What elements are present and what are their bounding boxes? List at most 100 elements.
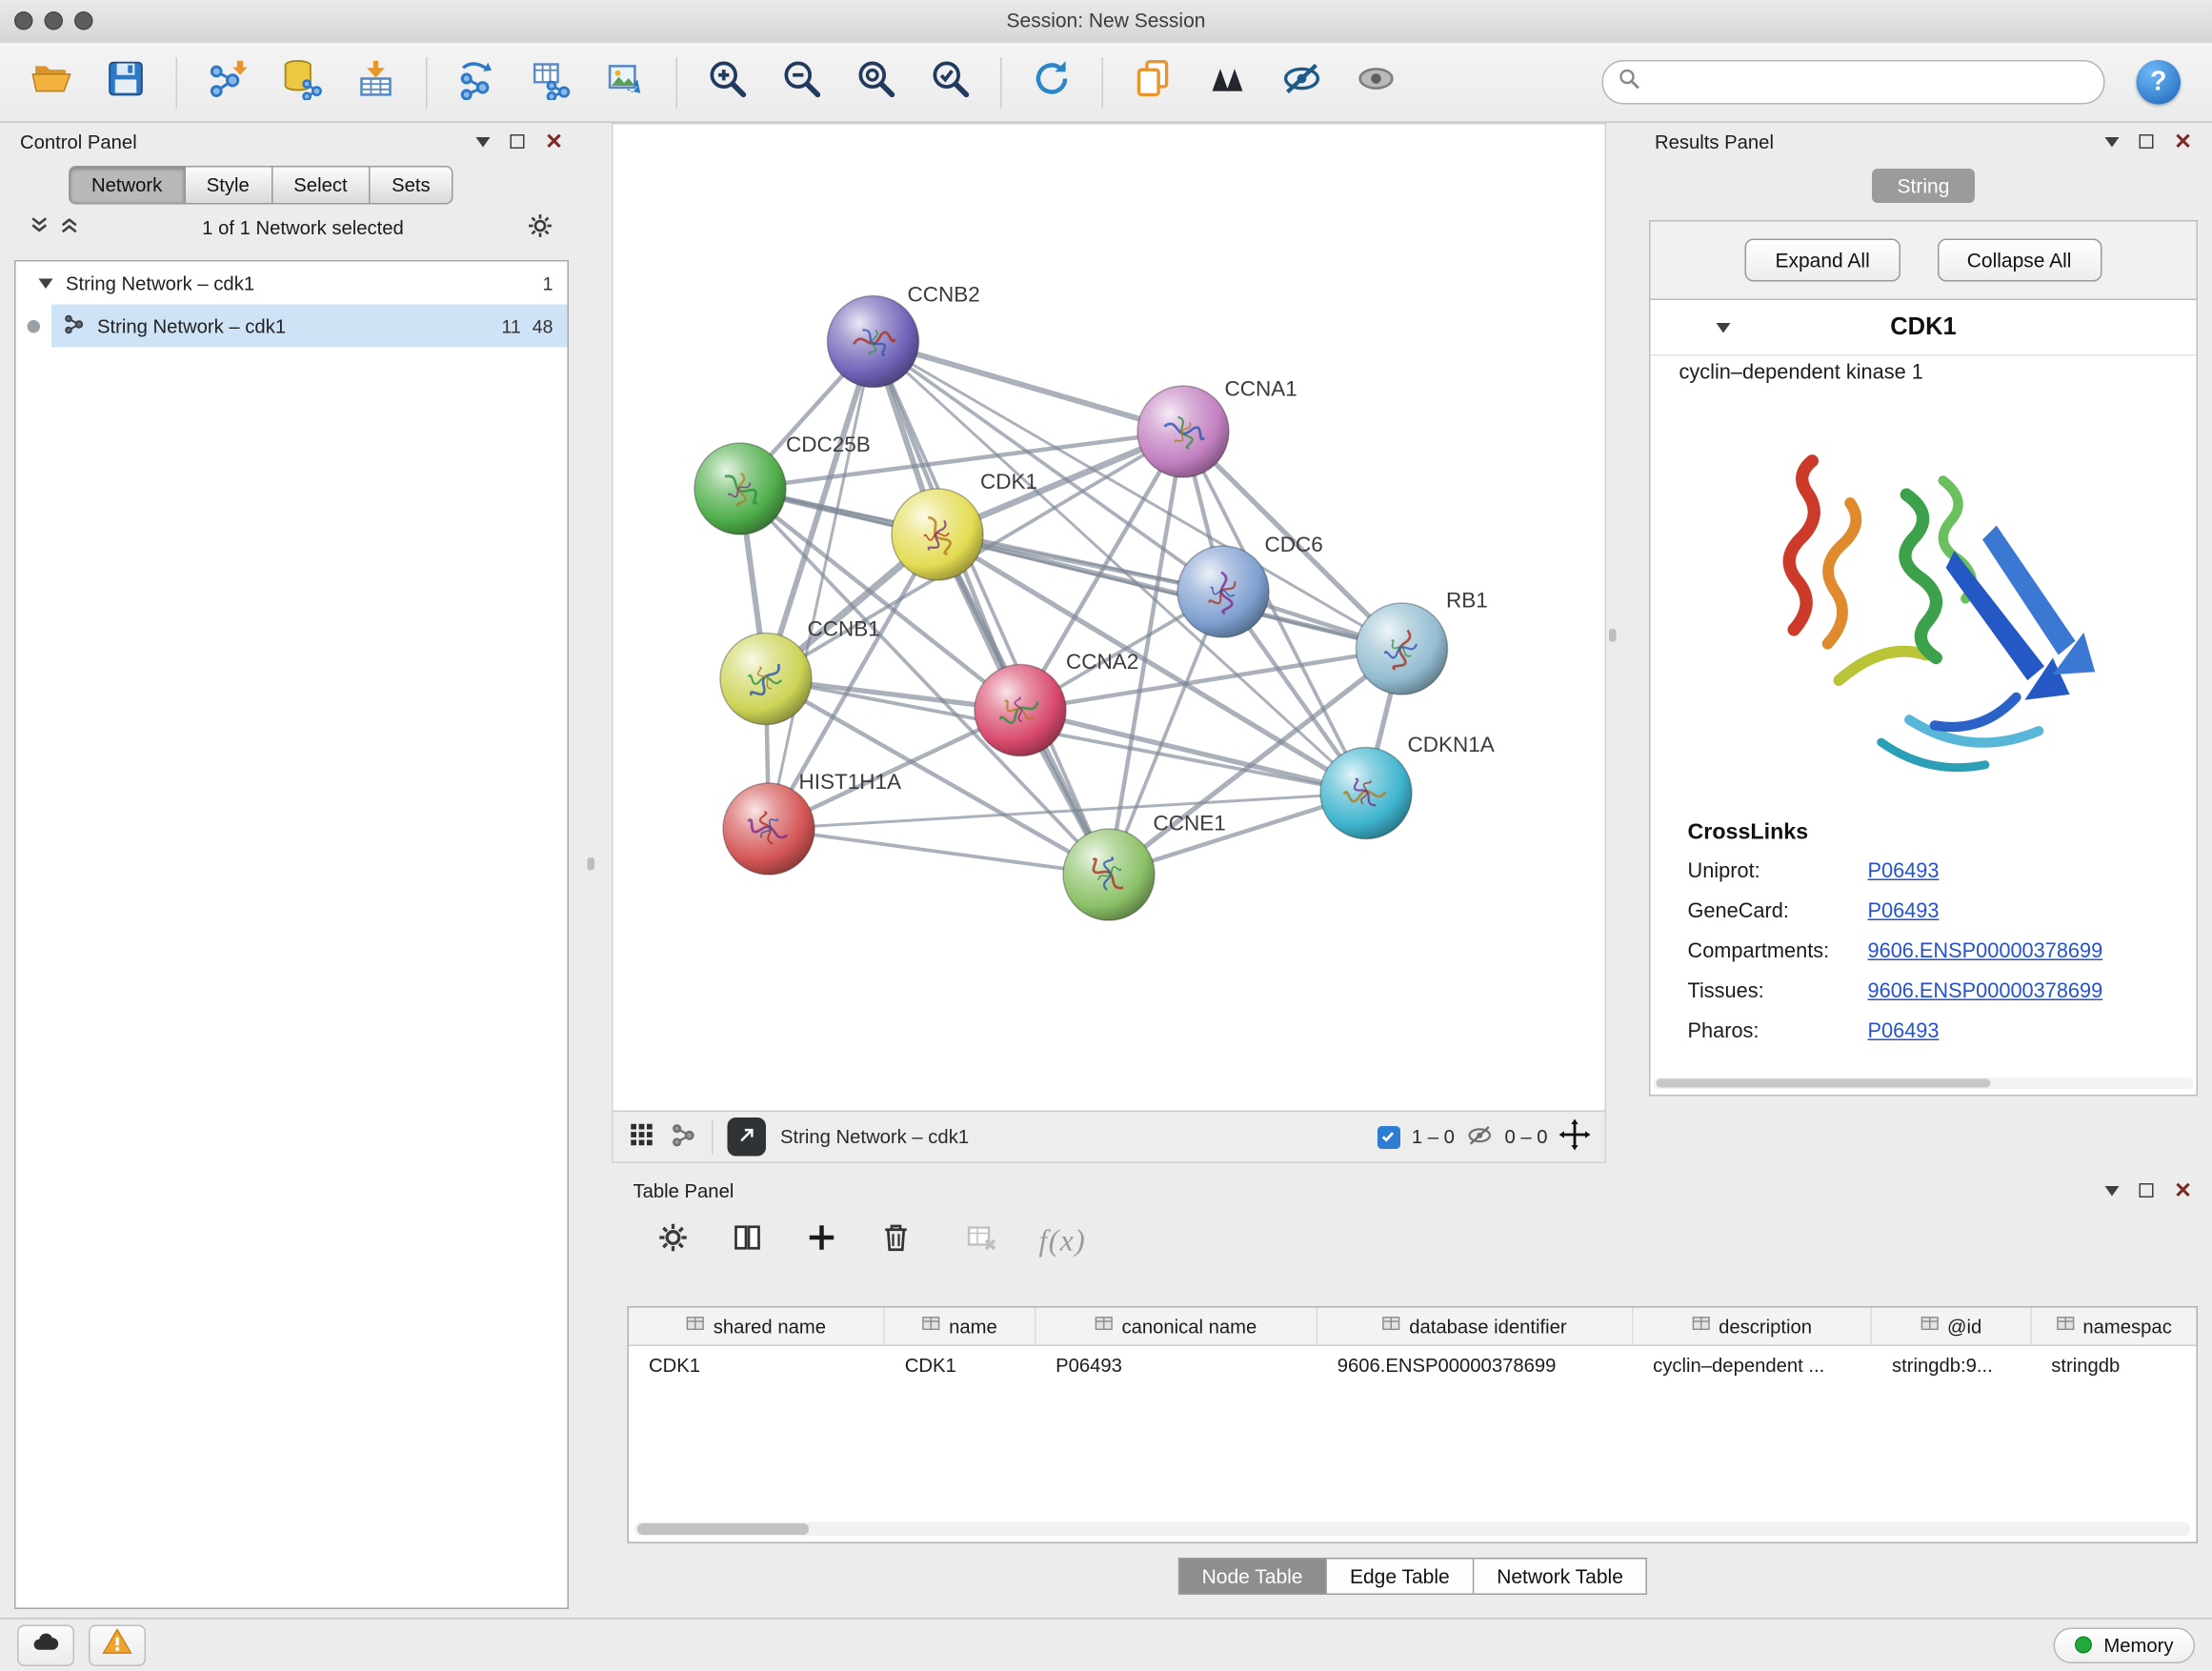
network-node-ccna1[interactable] — [1137, 386, 1229, 477]
cell-database-identifier[interactable]: 9606.ENSP00000378699 — [1317, 1346, 1633, 1383]
column-header-canonical-name[interactable]: canonical name — [1036, 1308, 1317, 1345]
cell-name[interactable]: CDK1 — [885, 1346, 1036, 1383]
network-edge[interactable] — [874, 342, 1110, 876]
collapse-all-button[interactable]: Collapse All — [1937, 239, 2101, 282]
network-node-cdc25b[interactable] — [694, 443, 786, 534]
selection-indicator-icon[interactable] — [1377, 1125, 1400, 1148]
zoom-out-button[interactable] — [769, 50, 835, 115]
memory-button[interactable]: Memory — [2054, 1627, 2195, 1663]
tissues-link[interactable]: 9606.ENSP00000378699 — [1868, 980, 2103, 1003]
expand-all-button[interactable]: Expand All — [1745, 239, 1900, 282]
network-node-cdkn1a[interactable] — [1320, 748, 1412, 839]
tab-node-table[interactable]: Node Table — [1177, 1558, 1327, 1595]
help-button[interactable]: ? — [2137, 60, 2182, 105]
tab-style[interactable]: Style — [185, 166, 272, 205]
network-node-cdc6[interactable] — [1177, 546, 1269, 637]
results-horizontal-scrollbar[interactable] — [1654, 1077, 2194, 1089]
pharos-link[interactable]: P06493 — [1868, 1020, 1940, 1043]
save-session-button[interactable] — [93, 50, 159, 115]
tab-network[interactable]: Network — [69, 166, 185, 205]
network-options-gear-icon[interactable] — [526, 211, 554, 244]
import-network-file-button[interactable] — [194, 50, 260, 115]
tab-edge-table[interactable]: Edge Table — [1327, 1558, 1474, 1595]
gene-section-header[interactable]: CDK1 — [1651, 300, 2197, 356]
network-row-selected[interactable]: String Network – cdk1 11 48 — [51, 305, 568, 348]
tab-string[interactable]: String — [1872, 169, 1976, 203]
column-header-namespace[interactable]: namespac — [2031, 1308, 2196, 1345]
uniprot-link[interactable]: P06493 — [1868, 860, 1940, 883]
import-table-button[interactable] — [343, 50, 409, 115]
show-columns-icon[interactable] — [731, 1219, 765, 1261]
zoom-selected-button[interactable] — [917, 50, 983, 115]
column-header-at-id[interactable]: @id — [1872, 1308, 2031, 1345]
network-node-hist1h1a[interactable] — [723, 783, 814, 875]
birds-eye-view-icon[interactable] — [628, 1120, 656, 1154]
function-builder-icon[interactable]: f(x) — [1039, 1222, 1087, 1258]
gene-collapse-icon[interactable] — [1717, 322, 1731, 332]
cloud-status-button[interactable] — [17, 1624, 74, 1666]
genecard-link[interactable]: P06493 — [1868, 900, 1940, 923]
cell-canonical-name[interactable]: P06493 — [1036, 1346, 1317, 1383]
tab-network-table[interactable]: Network Table — [1474, 1558, 1647, 1595]
show-hide-graphics-button[interactable] — [1195, 50, 1260, 115]
open-session-button[interactable] — [19, 50, 85, 115]
network-edge[interactable] — [769, 829, 1109, 875]
cell-shared-name[interactable]: CDK1 — [629, 1346, 885, 1383]
close-panel-icon[interactable]: ✕ — [2174, 131, 2192, 152]
column-header-description[interactable]: description — [1633, 1308, 1872, 1345]
panel-menu-icon[interactable] — [476, 136, 491, 147]
open-in-browser-button[interactable] — [728, 1117, 767, 1157]
network-edge[interactable] — [769, 342, 874, 830]
collection-expand-icon[interactable] — [39, 278, 53, 289]
splitter-handle[interactable] — [1609, 629, 1617, 642]
column-header-shared-name[interactable]: shared name — [629, 1308, 885, 1345]
create-column-plus-icon[interactable] — [805, 1219, 839, 1261]
network-node-rb1[interactable] — [1357, 603, 1448, 695]
apply-layout-button[interactable] — [1019, 50, 1085, 115]
close-panel-icon[interactable]: ✕ — [2174, 1179, 2192, 1201]
splitter-handle[interactable] — [588, 857, 595, 871]
pan-crosshair-icon[interactable] — [1559, 1119, 1591, 1156]
compartments-link[interactable]: 9606.ENSP00000378699 — [1868, 940, 2103, 963]
toolbar-search[interactable] — [1602, 60, 2105, 105]
network-share-icon[interactable] — [671, 1121, 698, 1153]
network-canvas[interactable]: CCNB2CCNA1CDC25BCDK1CDC6RB1CCNB1CCNA2CDK… — [613, 125, 1605, 1108]
cell-description[interactable]: cyclin–dependent ... — [1633, 1346, 1872, 1383]
float-panel-icon[interactable] — [2140, 1183, 2154, 1198]
show-all-button[interactable] — [1343, 50, 1409, 115]
copy-document-button[interactable] — [1120, 50, 1186, 115]
close-panel-icon[interactable]: ✕ — [545, 131, 563, 152]
import-network-database-button[interactable] — [269, 50, 334, 115]
column-header-database-identifier[interactable]: database identifier — [1317, 1308, 1633, 1345]
delete-column-trash-icon[interactable] — [879, 1219, 914, 1261]
network-collection-row[interactable]: String Network – cdk1 1 — [16, 262, 568, 305]
network-edge[interactable] — [874, 342, 1184, 433]
export-image-button[interactable] — [593, 50, 659, 115]
network-node-cdk1[interactable] — [892, 489, 983, 580]
tab-sets[interactable]: Sets — [371, 166, 453, 205]
cell-at-id[interactable]: stringdb:9... — [1872, 1346, 2031, 1383]
cell-namespace[interactable]: stringdb — [2031, 1346, 2196, 1383]
float-panel-icon[interactable] — [2140, 134, 2154, 149]
network-row[interactable]: String Network – cdk1 11 48 — [16, 305, 568, 348]
column-header-name[interactable]: name — [885, 1308, 1036, 1345]
zoom-in-button[interactable] — [694, 50, 760, 115]
new-network-button[interactable] — [445, 50, 511, 115]
warnings-button[interactable] — [89, 1624, 146, 1666]
collapse-all-icon[interactable] — [59, 214, 81, 240]
network-from-table-button[interactable] — [519, 50, 585, 115]
network-node-ccnb1[interactable] — [720, 634, 812, 725]
hidden-eye-slash-icon[interactable] — [1466, 1121, 1494, 1153]
table-horizontal-scrollbar[interactable] — [634, 1522, 2191, 1537]
float-panel-icon[interactable] — [511, 134, 525, 149]
network-node-ccnb2[interactable] — [828, 296, 919, 388]
table-options-gear-icon[interactable] — [656, 1219, 691, 1261]
expand-all-icon[interactable] — [29, 214, 50, 240]
network-node-ccna2[interactable] — [975, 665, 1066, 756]
tab-select[interactable]: Select — [272, 166, 371, 205]
panel-menu-icon[interactable] — [2105, 136, 2120, 147]
table-row[interactable]: CDK1 CDK1 P06493 9606.ENSP00000378699 cy… — [629, 1346, 2197, 1383]
search-input[interactable] — [1649, 70, 2089, 95]
zoom-fit-button[interactable] — [843, 50, 909, 115]
network-node-ccne1[interactable] — [1063, 829, 1155, 920]
